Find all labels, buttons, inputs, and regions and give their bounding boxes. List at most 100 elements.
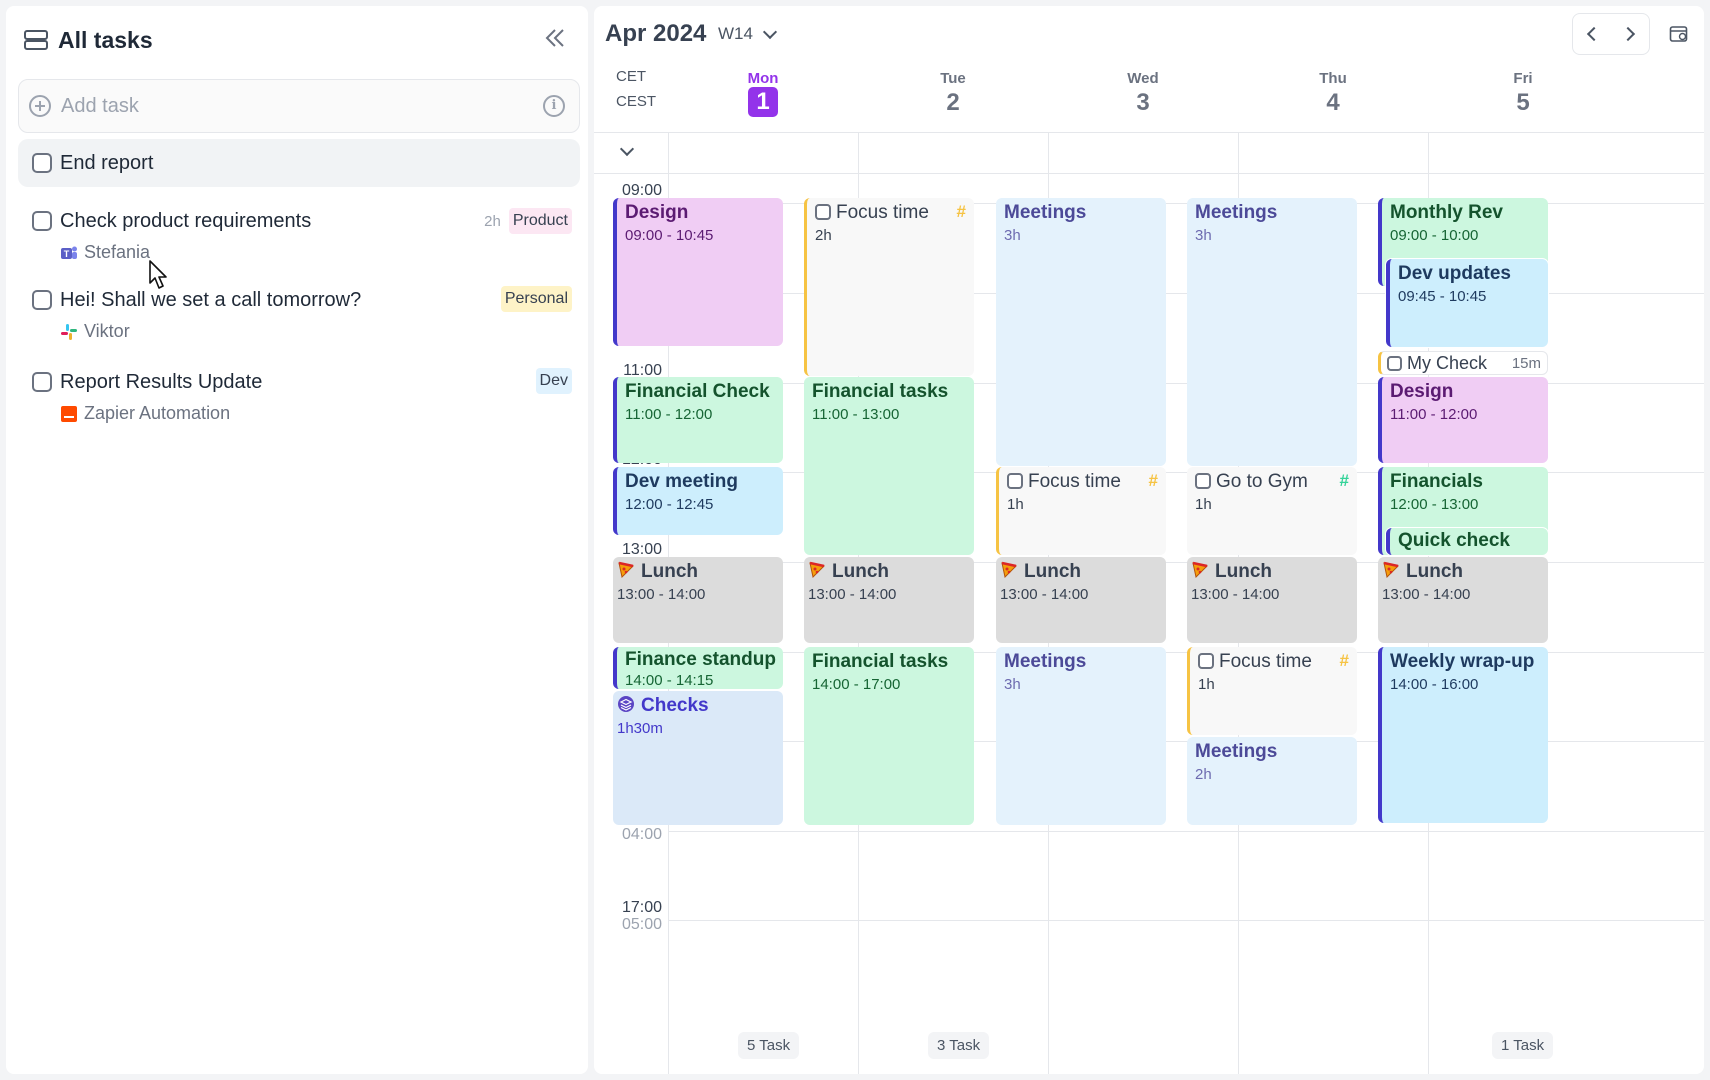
day-header-fri[interactable]: Fri 5 bbox=[1428, 70, 1618, 117]
calendar-settings-icon[interactable] bbox=[1669, 24, 1689, 44]
task-count-badge[interactable]: 5 Task bbox=[738, 1032, 800, 1059]
task-item[interactable]: Hei! Shall we set a call tomorrow? Perso… bbox=[18, 284, 580, 348]
all-day-row[interactable] bbox=[594, 132, 1704, 174]
event-card[interactable]: Meetings 2h bbox=[1187, 737, 1357, 825]
double-chevron-left-icon bbox=[545, 29, 564, 47]
task-source-label: Stefania bbox=[84, 242, 151, 262]
plus-circle-icon bbox=[29, 95, 51, 117]
task-item[interactable]: End report bbox=[18, 139, 580, 187]
week-selector[interactable]: W14 bbox=[718, 24, 778, 44]
event-card[interactable]: Dev meeting 12:00 - 12:45 bbox=[613, 467, 783, 535]
event-title: Financial tasks bbox=[812, 381, 949, 402]
event-time: 13:00 - 14:00 bbox=[1382, 586, 1471, 603]
event-title: Financials bbox=[1390, 471, 1483, 492]
task-count-badge[interactable]: 3 Task bbox=[928, 1032, 990, 1059]
task-checkbox[interactable] bbox=[1387, 356, 1402, 371]
task-checkbox[interactable] bbox=[1007, 473, 1023, 489]
event-card[interactable]: Financial tasks 11:00 - 13:00 bbox=[804, 377, 974, 555]
event-card[interactable]: Weekly wrap-up 14:00 - 16:00 bbox=[1378, 647, 1548, 823]
event-card[interactable]: Lunch 13:00 - 14:00 bbox=[996, 557, 1166, 643]
event-card[interactable]: Design 11:00 - 12:00 bbox=[1378, 377, 1548, 463]
task-count-badge[interactable]: 1 Task bbox=[1492, 1032, 1554, 1059]
info-icon[interactable]: i bbox=[543, 95, 565, 117]
task-title: End report bbox=[60, 152, 154, 174]
event-title-row: Lunch bbox=[1191, 561, 1349, 583]
hash-tag-icon: # bbox=[956, 202, 966, 221]
add-task-input[interactable] bbox=[61, 94, 543, 118]
teams-icon: T bbox=[61, 246, 77, 259]
event-time: 12:00 - 13:00 bbox=[1390, 496, 1479, 513]
task-block[interactable]: Focus time 1h # bbox=[1187, 647, 1357, 735]
event-card[interactable]: Lunch 13:00 - 14:00 bbox=[1378, 557, 1548, 643]
task-checkbox[interactable] bbox=[1195, 473, 1211, 489]
event-card[interactable]: Quick check bbox=[1386, 528, 1548, 555]
event-card[interactable]: Meetings 3h bbox=[996, 198, 1166, 466]
event-title: Monthly Rev bbox=[1390, 202, 1503, 223]
day-header-tue[interactable]: Tue 2 bbox=[858, 70, 1048, 117]
task-checkbox[interactable] bbox=[815, 204, 831, 220]
day-name: Thu bbox=[1319, 70, 1347, 87]
previous-week-button[interactable] bbox=[1573, 14, 1611, 54]
event-card[interactable]: Finance standup 14:00 - 14:15 bbox=[613, 647, 783, 689]
event-title-row: Go to Gym bbox=[1195, 471, 1349, 493]
event-card[interactable]: Lunch 13:00 - 14:00 bbox=[613, 557, 783, 643]
calendar-month-title: Apr 2024 bbox=[605, 20, 707, 47]
day-number: 4 bbox=[1326, 89, 1340, 116]
task-block[interactable]: My Check 15m bbox=[1378, 351, 1548, 375]
task-checkbox[interactable] bbox=[32, 153, 52, 173]
event-time: 1h30m bbox=[617, 720, 663, 737]
chevron-right-icon bbox=[1620, 26, 1636, 42]
pizza-icon bbox=[1192, 561, 1209, 579]
task-block[interactable]: Focus time 1h # bbox=[996, 467, 1166, 555]
event-card[interactable]: Financial tasks 14:00 - 17:00 bbox=[804, 647, 974, 825]
day-number: 1 bbox=[748, 87, 778, 117]
event-time: 14:00 - 17:00 bbox=[812, 676, 901, 693]
task-item[interactable]: Check product requirements 2h Product T … bbox=[18, 202, 580, 266]
pizza-icon bbox=[1001, 561, 1018, 579]
day-number: 3 bbox=[1136, 89, 1150, 116]
task-checkbox[interactable] bbox=[32, 290, 52, 310]
event-time: 11:00 - 12:00 bbox=[1390, 406, 1478, 423]
task-checkbox[interactable] bbox=[32, 211, 52, 231]
event-card[interactable]: Meetings 3h bbox=[1187, 198, 1357, 466]
event-card[interactable]: Lunch 13:00 - 14:00 bbox=[1187, 557, 1357, 643]
event-card[interactable]: Financial Check 11:00 - 12:00 bbox=[613, 377, 783, 463]
event-card[interactable]: Lunch 13:00 - 14:00 bbox=[804, 557, 974, 643]
task-checkbox[interactable] bbox=[1198, 653, 1214, 669]
day-number: 5 bbox=[1516, 89, 1530, 116]
task-source-label: Viktor bbox=[84, 321, 130, 341]
event-duration: 15m bbox=[1511, 355, 1541, 372]
stack-icon bbox=[618, 696, 634, 712]
task-checkbox[interactable] bbox=[32, 372, 52, 392]
task-list-icon bbox=[24, 30, 48, 50]
task-item[interactable]: Report Results Update Dev Zapier Automat… bbox=[18, 366, 580, 430]
event-title: Meetings bbox=[1004, 651, 1087, 672]
add-task-field[interactable]: i bbox=[18, 79, 580, 133]
sidebar-title: All tasks bbox=[58, 26, 153, 53]
event-time: 1h bbox=[1195, 496, 1212, 513]
event-card[interactable]: Design 09:00 - 10:45 bbox=[613, 198, 783, 346]
event-time: 3h bbox=[1004, 227, 1021, 244]
task-source-label: Zapier Automation bbox=[84, 403, 231, 423]
day-header-wed[interactable]: Wed 3 bbox=[1048, 70, 1238, 117]
day-header-thu[interactable]: Thu 4 bbox=[1238, 70, 1428, 117]
day-name: Tue bbox=[940, 70, 966, 87]
tag-badge: Dev bbox=[535, 368, 572, 394]
event-time: 12:00 - 12:45 bbox=[625, 496, 714, 513]
day-header-mon[interactable]: Mon 1 bbox=[668, 70, 858, 117]
task-block[interactable]: Focus time 2h # bbox=[804, 198, 974, 376]
next-week-button[interactable] bbox=[1611, 14, 1649, 54]
day-name: Fri bbox=[1513, 70, 1533, 87]
event-time: 1h bbox=[1007, 496, 1024, 513]
collapse-sidebar-button[interactable] bbox=[540, 26, 570, 54]
event-time: 3h bbox=[1004, 676, 1021, 693]
event-time: 14:00 - 14:15 bbox=[625, 672, 714, 689]
event-title: Dev updates bbox=[1398, 263, 1511, 284]
task-block[interactable]: Go to Gym 1h # bbox=[1187, 467, 1357, 555]
event-card[interactable]: Dev updates 09:45 - 10:45 bbox=[1386, 259, 1548, 347]
event-card[interactable]: Meetings 3h bbox=[996, 647, 1166, 825]
pizza-icon bbox=[618, 561, 635, 579]
event-card[interactable]: Checks 1h30m bbox=[613, 691, 783, 825]
task-title: Check product requirements bbox=[60, 210, 312, 232]
task-source: T Stefania bbox=[60, 242, 150, 263]
